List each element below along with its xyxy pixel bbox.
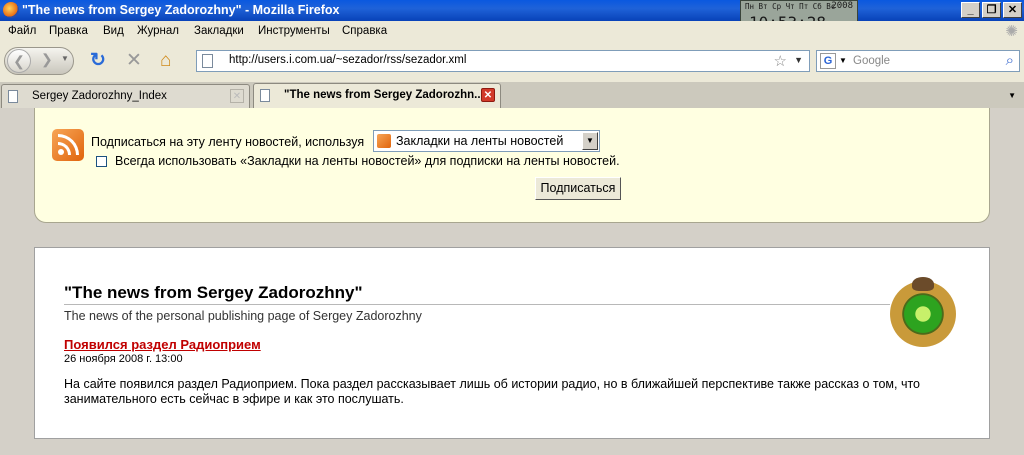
search-engine-dropdown-icon[interactable]: ▼ (839, 56, 847, 65)
title-bar: "The news from Sergey Zadorozhny" - Mozi… (0, 0, 1024, 21)
menu-view[interactable]: Вид (103, 25, 124, 37)
page-icon (8, 90, 18, 103)
close-tab-icon[interactable]: ✕ (230, 89, 244, 103)
page-icon (260, 89, 270, 102)
menu-bookmarks[interactable]: Закладки (194, 25, 244, 37)
subscribe-panel: Подписаться на эту ленту новостей, испол… (34, 108, 990, 223)
maximize-button[interactable]: ❐ (982, 2, 1001, 18)
tab-label: "The news from Sergey Zadorozhn... (284, 89, 484, 101)
menu-help[interactable]: Справка (342, 25, 387, 37)
subscribe-label: Подписаться на эту ленту новостей, испол… (91, 135, 365, 149)
feed-reader-select[interactable]: Закладки на ленты новостей ▼ (373, 130, 600, 152)
feed-reader-value: Закладки на ленты новостей (396, 134, 564, 148)
clock-year: 2008 (831, 1, 853, 11)
search-icon[interactable]: ⌕ (1006, 52, 1014, 69)
menu-file[interactable]: Файл (8, 25, 36, 37)
subscribe-button[interactable]: Подписаться (535, 177, 621, 200)
news-item-date: 26 ноября 2008 г. 13:00 (64, 353, 183, 365)
rss-feed-icon (52, 129, 84, 161)
window-title: "The news from Sergey Zadorozhny" - Mozi… (22, 3, 340, 17)
clock-weekdays: Пн Вт Ср Чт Пт Сб Вс (745, 2, 836, 11)
history-dropdown-icon[interactable]: ▼ (61, 54, 69, 63)
tab-list-dropdown-icon[interactable]: ▼ (1008, 91, 1016, 100)
reload-icon[interactable]: ↻ (90, 51, 106, 71)
activity-throbber-icon: ✺ (1005, 23, 1018, 40)
tab-news[interactable]: "The news from Sergey Zadorozhn... ✕ (253, 83, 501, 109)
always-use-label[interactable]: Всегда использовать «Закладки на ленты н… (115, 154, 620, 168)
address-url[interactable]: http://users.i.com.ua/~sezador/rss/sezad… (229, 54, 466, 66)
address-bar[interactable]: http://users.i.com.ua/~sezador/rss/sezad… (196, 50, 810, 72)
window-controls: _ ❐ ✕ (961, 2, 1022, 18)
page-content: Подписаться на эту ленту новостей, испол… (0, 108, 1024, 455)
always-use-checkbox[interactable] (96, 156, 107, 167)
feed-body: "The news from Sergey Zadorozhny" The ne… (34, 247, 990, 439)
tab-label: Sergey Zadorozhny_Index (32, 90, 167, 102)
minimize-button[interactable]: _ (961, 2, 980, 18)
firefox-icon[interactable] (3, 2, 19, 18)
search-engine-icon[interactable]: G (820, 53, 836, 69)
stop-icon[interactable]: ✕ (126, 51, 142, 71)
tab-index[interactable]: Sergey Zadorozhny_Index ✕ (1, 84, 250, 108)
menu-bar: Файл Правка Вид Журнал Закладки Инструме… (0, 21, 1024, 41)
tab-bar: Sergey Zadorozhny_Index ✕ "The news from… (0, 82, 1024, 109)
menu-history[interactable]: Журнал (137, 25, 179, 37)
bookmark-star-icon[interactable]: ☆ (774, 52, 787, 70)
feed-subtitle: The news of the personal publishing page… (64, 309, 422, 323)
back-forward-group: ❮ ❯ ▼ (4, 47, 74, 75)
search-input[interactable]: Google (853, 55, 890, 67)
news-item-link[interactable]: Появился раздел Радиоприем (64, 337, 261, 352)
news-item-text: На сайте появился раздел Радиоприем. Пок… (64, 377, 920, 406)
chevron-down-icon[interactable]: ▼ (582, 132, 598, 150)
live-bookmarks-icon (377, 134, 391, 148)
home-icon[interactable]: ⌂ (160, 51, 171, 71)
feed-title: "The news from Sergey Zadorozhny" (64, 283, 363, 302)
navigation-toolbar: ❮ ❯ ▼ ↻ ✕ ⌂ http://users.i.com.ua/~sezad… (0, 41, 1024, 83)
search-bar[interactable]: G ▼ Google ⌕ (816, 50, 1020, 72)
close-tab-icon[interactable]: ✕ (481, 88, 495, 102)
url-dropdown-icon[interactable]: ▼ (794, 55, 803, 65)
title-divider (64, 304, 890, 305)
menu-edit[interactable]: Правка (49, 25, 88, 37)
back-button[interactable]: ❮ (7, 49, 31, 73)
menu-tools[interactable]: Инструменты (258, 25, 330, 37)
page-icon (202, 54, 213, 68)
forward-button[interactable]: ❯ (41, 51, 53, 68)
feed-logo-emblem (890, 277, 956, 347)
close-window-button[interactable]: ✕ (1003, 2, 1022, 18)
